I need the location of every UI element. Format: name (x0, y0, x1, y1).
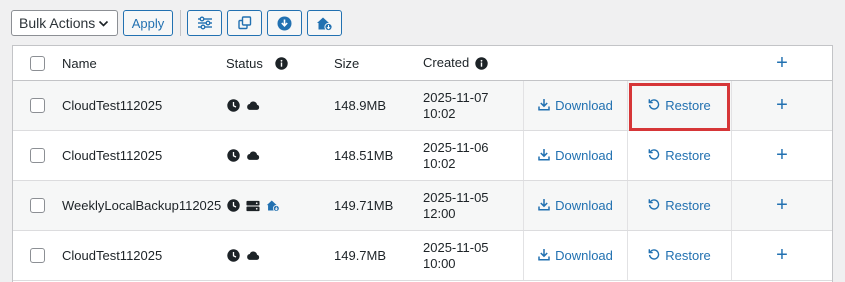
clock-icon (226, 149, 240, 163)
cloud-icon (246, 99, 260, 113)
created-date: 2025-11-05 (423, 239, 489, 255)
backup-name: WeeklyLocalBackup112025 (62, 198, 222, 213)
created-date: 2025-11-07 (423, 89, 489, 105)
select-all-checkbox[interactable] (30, 55, 45, 71)
backup-created: 2025-11-07 10:02 (423, 81, 523, 130)
row-add-button[interactable]: + (732, 81, 832, 130)
download-icon (538, 198, 550, 214)
duplicate-button[interactable] (227, 10, 262, 36)
status-icons (226, 131, 326, 180)
table-row: CloudTest112025 149.7MB 2025-11-05 10:00 … (13, 231, 832, 281)
backup-size: 149.7MB (334, 248, 387, 263)
status-icons (226, 181, 326, 230)
download-label: Download (555, 248, 613, 263)
row-select-cell (30, 181, 45, 230)
apply-button[interactable]: Apply (123, 10, 173, 36)
row-add-button[interactable]: + (732, 231, 832, 280)
restore-button[interactable]: Restore (628, 181, 731, 230)
table-row: CloudTest112025 148.51MB 2025-11-06 10:02… (13, 131, 832, 181)
column-header-name[interactable]: Name (62, 46, 222, 80)
backup-created: 2025-11-05 10:00 (423, 231, 523, 280)
restore-highlight-box (629, 83, 730, 131)
server-icon (246, 199, 260, 213)
download-label: Download (555, 148, 613, 163)
status-header-label: Status (226, 55, 263, 71)
row-checkbox[interactable] (30, 148, 45, 163)
info-icon[interactable] (275, 56, 288, 70)
created-date: 2025-11-06 (423, 139, 489, 155)
toolbar-divider (180, 10, 181, 36)
backup-size: 148.9MB (334, 98, 387, 113)
sliders-icon (197, 16, 213, 30)
column-header-status: Status (226, 46, 326, 80)
row-select-cell (30, 131, 45, 180)
bulk-toolbar: Bulk Actions Apply (11, 10, 347, 36)
download-label: Download (555, 198, 613, 213)
table-header-row: Name Status Size Created + (13, 46, 832, 81)
restore-label: Restore (665, 248, 711, 263)
status-icons (226, 231, 326, 280)
download-button[interactable]: Download (524, 131, 627, 180)
clock-icon (226, 249, 240, 263)
column-header-size[interactable]: Size (334, 46, 414, 80)
download-icon (538, 98, 550, 114)
select-all-cell (30, 46, 45, 80)
download-backup-button[interactable] (267, 10, 302, 36)
chevron-down-icon (98, 18, 109, 29)
filter-button[interactable] (187, 10, 222, 36)
row-checkbox[interactable] (30, 248, 45, 263)
restore-button[interactable]: Restore (628, 231, 731, 280)
backup-size: 148.51MB (334, 148, 394, 163)
row-checkbox[interactable] (30, 198, 45, 213)
restore-label: Restore (665, 148, 711, 163)
house-cloud-icon (316, 16, 333, 31)
created-time: 10:00 (423, 255, 456, 271)
row-checkbox[interactable] (30, 98, 45, 113)
restore-button[interactable]: Restore (628, 131, 731, 180)
backup-name: CloudTest112025 (62, 98, 163, 113)
row-add-button[interactable]: + (732, 131, 832, 180)
download-button[interactable]: Download (524, 231, 627, 280)
created-time: 10:02 (423, 105, 456, 121)
cloud-icon (246, 149, 260, 163)
created-date: 2025-11-05 (423, 189, 489, 205)
created-header-label: Created (423, 55, 470, 70)
add-column-button[interactable]: + (732, 46, 832, 80)
local-backup-button[interactable] (307, 10, 342, 36)
backup-created: 2025-11-06 10:02 (423, 131, 523, 180)
cloud-icon (246, 249, 260, 263)
backup-size: 149.71MB (334, 198, 394, 213)
restore-label: Restore (665, 198, 711, 213)
table-row: WeeklyLocalBackup112025 149.71MB 2025-11… (13, 181, 832, 231)
restore-icon (648, 198, 660, 213)
column-header-created: Created (423, 46, 523, 80)
bulk-actions-label: Bulk Actions (19, 15, 96, 31)
clock-icon (226, 199, 240, 213)
backup-name: CloudTest112025 (62, 148, 163, 163)
row-select-cell (30, 231, 45, 280)
info-icon[interactable] (475, 56, 488, 70)
row-add-button[interactable]: + (732, 181, 832, 230)
download-icon (538, 248, 550, 264)
created-time: 10:02 (423, 155, 456, 171)
restore-icon (648, 148, 660, 163)
created-time: 12:00 (423, 205, 456, 221)
house-cloud-icon (266, 199, 280, 213)
backup-created: 2025-11-05 12:00 (423, 181, 523, 230)
clock-icon (226, 99, 240, 113)
download-button[interactable]: Download (524, 181, 627, 230)
status-icons (226, 81, 326, 130)
download-icon (538, 148, 550, 164)
row-select-cell (30, 81, 45, 130)
download-circle-icon (277, 16, 292, 31)
backup-name: CloudTest112025 (62, 248, 163, 263)
download-label: Download (555, 98, 613, 113)
copy-icon (237, 16, 252, 30)
restore-icon (648, 248, 660, 263)
download-button[interactable]: Download (524, 81, 627, 130)
bulk-actions-select[interactable]: Bulk Actions (11, 10, 118, 36)
backups-table: Name Status Size Created + CloudTest1120… (12, 45, 833, 282)
